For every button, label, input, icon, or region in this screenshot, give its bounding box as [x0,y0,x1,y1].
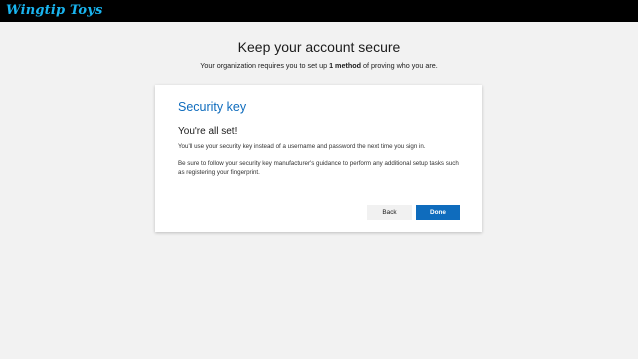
info-paragraph-guidance: Be sure to follow your security key manu… [178,160,459,176]
page-title: Keep your account secure [237,39,401,55]
subtitle-suffix: of proving who you are. [361,61,438,70]
subtitle-method-count: 1 method [329,61,362,70]
card-subtitle: You're all set! [178,126,238,137]
subtitle-prefix: Your organization requires you to set up [200,61,330,70]
back-button[interactable]: Back [367,205,412,220]
info-paragraph-signin: You'll use your security key instead of … [178,143,426,150]
done-button[interactable]: Done [416,205,460,220]
card-title: Security key [178,100,247,114]
page-subtitle: Your organization requires you to set up… [0,61,638,71]
security-key-card: Security key You're all set! You'll use … [155,85,482,232]
company-logo: Wingtip Toys [6,3,103,18]
top-banner: Wingtip Toys [0,0,638,22]
